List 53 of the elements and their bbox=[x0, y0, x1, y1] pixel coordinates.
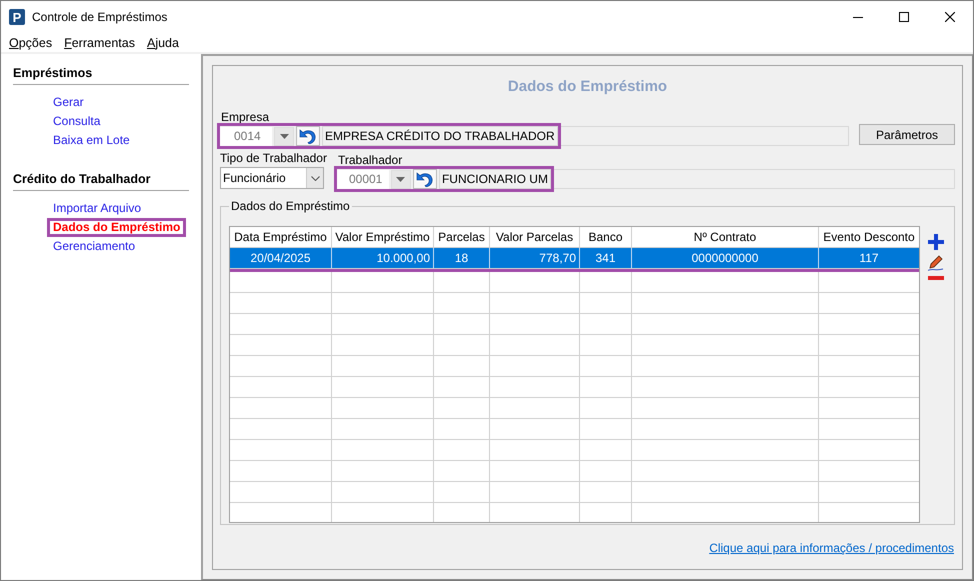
caret-icon bbox=[280, 134, 288, 138]
field-label: Trabalhador bbox=[336, 153, 404, 168]
refresh-button[interactable] bbox=[412, 169, 437, 189]
app-logo: P bbox=[9, 9, 25, 25]
name-field: EMPRESA CRÉDITO DO TRABALHADOR bbox=[322, 126, 558, 146]
close-icon bbox=[945, 12, 955, 22]
table-cell: 18 bbox=[434, 248, 490, 269]
column-header[interactable]: Banco bbox=[580, 227, 632, 248]
section-heading: Empréstimos bbox=[13, 66, 189, 85]
chevron-down-icon bbox=[310, 176, 320, 180]
dropdown-button[interactable] bbox=[274, 126, 294, 146]
refresh-button[interactable] bbox=[296, 126, 320, 146]
sidebar-link[interactable]: Gerenciamento bbox=[47, 237, 142, 256]
table-cell: 20/04/2025 bbox=[230, 248, 332, 269]
table-row[interactable]: 20/04/2025 10.000,00 18 778,70 341 0000000000 117 bbox=[230, 248, 919, 269]
column-header[interactable]: Nº Contrato bbox=[632, 227, 819, 248]
undo-arrow-icon bbox=[416, 172, 434, 186]
table-cell: 778,70 bbox=[490, 248, 580, 269]
sidebar-link[interactable]: Consulta bbox=[47, 112, 106, 131]
code-field[interactable]: 0014 bbox=[220, 126, 272, 146]
undo-arrow-icon bbox=[299, 128, 317, 144]
menu-item[interactable]: Opções bbox=[3, 36, 58, 50]
field-label: Empresa bbox=[220, 110, 270, 125]
column-header[interactable]: Valor Parcelas bbox=[490, 227, 580, 248]
column-header[interactable]: Data Empréstimo bbox=[230, 227, 332, 248]
window-title: Controle de Empréstimos bbox=[32, 10, 168, 24]
table-cell: 117 bbox=[819, 248, 919, 269]
add-icon[interactable] bbox=[928, 234, 944, 250]
form-heading: Dados do Empréstimo bbox=[508, 78, 668, 95]
table-cell: 341 bbox=[580, 248, 632, 269]
sidebar-link[interactable]: Dados do Empréstimo bbox=[47, 218, 186, 237]
group-title: Dados do Empréstimo bbox=[230, 199, 351, 213]
sidebar-link[interactable]: Baixa em Lote bbox=[47, 131, 136, 150]
table-cell: 0000000000 bbox=[632, 248, 819, 269]
pencil-icon[interactable] bbox=[928, 255, 944, 271]
maximize-icon bbox=[899, 12, 909, 22]
column-header[interactable]: Parcelas bbox=[434, 227, 490, 248]
table-cell: 10.000,00 bbox=[332, 248, 434, 269]
menu-item[interactable]: Ajuda bbox=[140, 36, 185, 50]
minimize-icon bbox=[853, 16, 863, 18]
column-header[interactable]: Valor Empréstimo bbox=[332, 227, 434, 248]
section-heading: Crédito do Trabalhador bbox=[13, 172, 189, 191]
help-link[interactable]: Clique aqui para informações / procedimentos bbox=[709, 541, 954, 555]
menu-item[interactable]: Ferramentas bbox=[58, 36, 141, 50]
worker-type-select[interactable]: Funcionário bbox=[220, 167, 324, 189]
code-field[interactable]: 00001 bbox=[336, 170, 389, 188]
name-field: FUNCIONARIO UM bbox=[438, 169, 551, 189]
field-label: Tipo de Trabalhador bbox=[220, 151, 327, 166]
dropdown-button[interactable] bbox=[390, 170, 411, 188]
sidebar-link[interactable]: Gerar bbox=[47, 93, 90, 112]
sidebar-link[interactable]: Importar Arquivo bbox=[47, 199, 148, 218]
caret-icon bbox=[396, 176, 406, 182]
parameters-button[interactable]: Parâmetros bbox=[859, 124, 955, 145]
